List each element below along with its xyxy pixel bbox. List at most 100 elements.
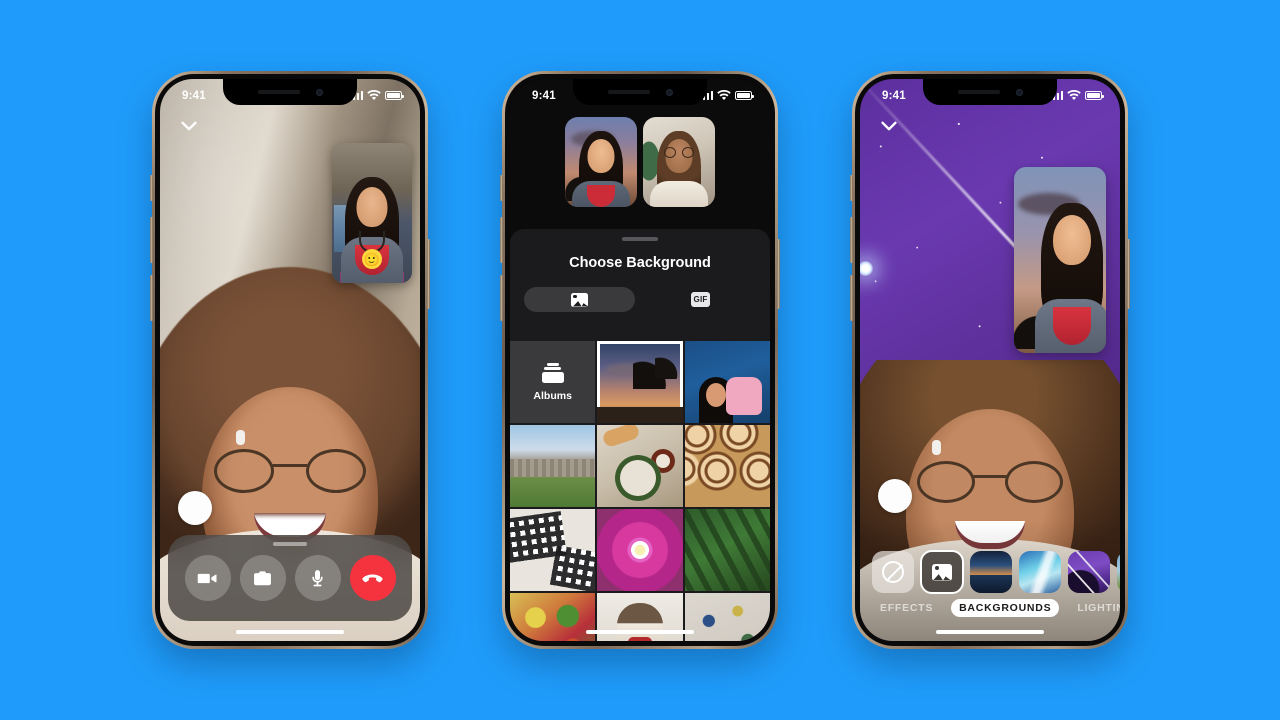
minimize-call-button[interactable] bbox=[878, 115, 900, 137]
background-city-waterfront-tile[interactable] bbox=[970, 551, 1012, 593]
photo-craft-jewelry[interactable] bbox=[684, 593, 770, 641]
phone-2-screen: 9:41 Choose Background GIF Albums 00:12 bbox=[510, 79, 770, 641]
phone-hangup-icon bbox=[362, 574, 383, 582]
choose-background-sheet: Choose Background GIF Albums 00:12 bbox=[510, 229, 770, 641]
front-camera-icon bbox=[315, 88, 323, 96]
photo-icon bbox=[571, 292, 588, 307]
notch bbox=[923, 79, 1057, 105]
tab-effects[interactable]: EFFECTS bbox=[872, 599, 941, 617]
video-camera-icon bbox=[197, 573, 217, 583]
photo-pink-flower[interactable] bbox=[597, 509, 683, 591]
pip-person bbox=[1034, 197, 1106, 353]
volume-down-button[interactable] bbox=[500, 275, 503, 321]
volume-up-button[interactable] bbox=[500, 217, 503, 263]
tab-gifs[interactable]: GIF bbox=[645, 287, 756, 312]
eyeglasses bbox=[917, 461, 1063, 503]
minimize-call-button[interactable] bbox=[178, 115, 200, 137]
silent-switch[interactable] bbox=[150, 175, 153, 201]
silent-switch[interactable] bbox=[850, 175, 853, 201]
phone-3-screen: 9:41 EFFECTS BACKGROUNDS LIGHTI bbox=[860, 79, 1120, 641]
photo-monstera-leaf[interactable] bbox=[684, 509, 770, 591]
phone-1-screen: 9:41 🙂 bbox=[160, 79, 420, 641]
camera-flip-icon bbox=[254, 570, 271, 585]
albums-button[interactable]: Albums bbox=[510, 341, 596, 423]
home-indicator[interactable] bbox=[586, 630, 694, 634]
eyeglasses bbox=[214, 449, 366, 493]
status-time: 9:41 bbox=[182, 89, 206, 102]
volume-up-button[interactable] bbox=[850, 217, 853, 263]
front-camera-icon bbox=[665, 88, 673, 96]
earpiece-speaker bbox=[257, 90, 300, 94]
gif-icon: GIF bbox=[691, 292, 710, 307]
volume-down-button[interactable] bbox=[850, 275, 853, 321]
participant-tiles bbox=[510, 117, 770, 207]
sheet-grabber[interactable] bbox=[273, 542, 307, 546]
video-duration-label: 00:12 bbox=[566, 576, 591, 587]
microphone-icon bbox=[312, 569, 323, 586]
self-view-pip[interactable] bbox=[1014, 167, 1106, 353]
wifi-icon bbox=[717, 90, 731, 101]
participant-tile-2[interactable] bbox=[643, 117, 715, 207]
background-shooting-stars-tile[interactable] bbox=[1068, 551, 1110, 593]
background-tiles-row bbox=[860, 549, 1120, 595]
power-button[interactable] bbox=[1127, 239, 1130, 309]
background-aurora-tile[interactable] bbox=[1019, 551, 1061, 593]
notch bbox=[573, 79, 707, 105]
sheet-grabber[interactable] bbox=[622, 237, 658, 241]
background-festival-tile[interactable] bbox=[1117, 551, 1120, 593]
albums-label: Albums bbox=[533, 389, 572, 402]
battery-icon bbox=[1085, 91, 1104, 100]
effects-button[interactable] bbox=[178, 491, 212, 525]
photo-blue-kitchen-mixer[interactable] bbox=[684, 341, 770, 423]
volume-up-button[interactable] bbox=[150, 217, 153, 263]
tab-lighting[interactable]: LIGHTING bbox=[1069, 599, 1120, 617]
background-none-tile[interactable] bbox=[872, 551, 914, 593]
status-time: 9:41 bbox=[532, 89, 556, 102]
battery-icon bbox=[735, 91, 754, 100]
participant-tile-1[interactable] bbox=[565, 117, 637, 207]
end-call-button[interactable] bbox=[349, 555, 396, 601]
media-type-segmented-control: GIF bbox=[524, 287, 756, 312]
photo-backyard-fence[interactable] bbox=[510, 425, 596, 507]
earbud-icon bbox=[932, 440, 941, 455]
wifi-icon bbox=[1067, 90, 1081, 101]
battery-icon bbox=[385, 91, 404, 100]
photo-sunset-palms[interactable] bbox=[597, 341, 683, 423]
photo-pho-noodle-bowl[interactable] bbox=[597, 425, 683, 507]
tab-photos[interactable] bbox=[524, 287, 635, 312]
phone-1-facetime-call: 9:41 🙂 bbox=[150, 71, 430, 649]
earpiece-speaker bbox=[957, 90, 1000, 94]
effects-button[interactable] bbox=[878, 479, 912, 513]
photo-fruit-vegetables[interactable] bbox=[510, 593, 596, 641]
phone-2-choose-background: 9:41 Choose Background GIF Albums 00:12 bbox=[500, 71, 780, 649]
smiley-emoji-badge: 🙂 bbox=[362, 249, 382, 269]
wifi-icon bbox=[367, 90, 381, 101]
phone-3-background-applied: 9:41 EFFECTS BACKGROUNDS LIGHTI bbox=[850, 71, 1130, 649]
call-controls-bar bbox=[168, 535, 412, 621]
self-view-pip[interactable]: 🙂 bbox=[332, 143, 412, 283]
notch bbox=[223, 79, 357, 105]
home-indicator[interactable] bbox=[236, 630, 344, 634]
tab-backgrounds[interactable]: BACKGROUNDS bbox=[951, 599, 1060, 617]
albums-stack-icon bbox=[541, 362, 564, 383]
sheet-title: Choose Background bbox=[569, 255, 711, 271]
photo-icon bbox=[932, 563, 952, 581]
power-button[interactable] bbox=[427, 239, 430, 309]
power-button[interactable] bbox=[777, 239, 780, 309]
silent-switch[interactable] bbox=[500, 175, 503, 201]
effects-tab-bar: EFFECTS BACKGROUNDS LIGHTING ACTI bbox=[860, 597, 1120, 619]
status-time: 9:41 bbox=[882, 89, 906, 102]
earpiece-speaker bbox=[607, 90, 650, 94]
home-indicator[interactable] bbox=[936, 630, 1044, 634]
flip-camera-button[interactable] bbox=[239, 555, 286, 601]
volume-down-button[interactable] bbox=[150, 275, 153, 321]
photo-cinnamon-rolls[interactable] bbox=[684, 425, 770, 507]
front-camera-icon bbox=[1015, 88, 1023, 96]
phones-stage: 9:41 🙂 9:41 Choose Background GIF Albums… bbox=[0, 0, 1280, 720]
video-toggle-button[interactable] bbox=[184, 555, 231, 601]
photo-picker-grid: Albums 00:12 bbox=[510, 341, 770, 641]
no-background-icon bbox=[882, 561, 904, 583]
mute-button[interactable] bbox=[294, 555, 341, 601]
video-gingham-fabric[interactable]: 00:12 bbox=[510, 509, 596, 591]
background-photo-picker-tile[interactable] bbox=[920, 550, 964, 594]
